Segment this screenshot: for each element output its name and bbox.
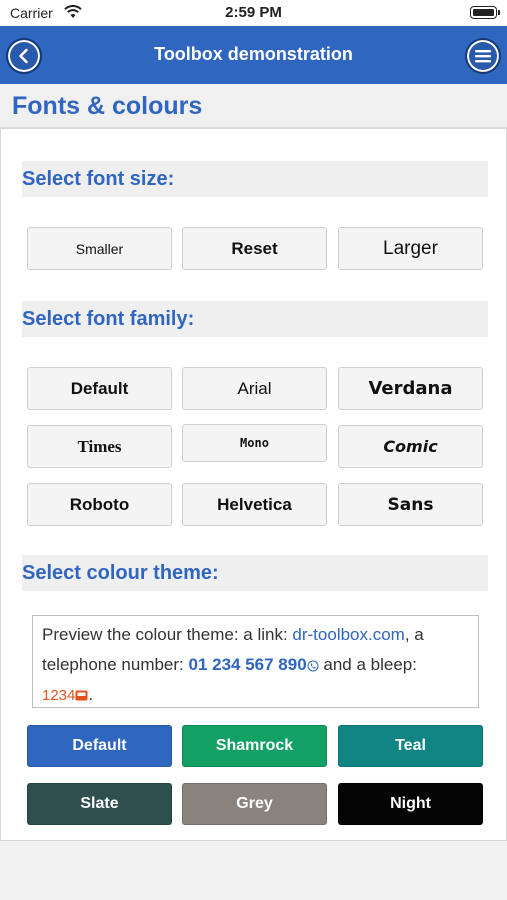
preview-bleep[interactable]: 1234 [42,687,75,704]
phone-icon [307,660,319,672]
font-family-title: Select font family: [22,301,488,337]
larger-button[interactable]: Larger [338,227,483,270]
theme-default-button[interactable]: Default [27,725,172,767]
font-comic-button[interactable]: Comic [338,425,483,468]
font-arial-button[interactable]: Arial [182,367,327,410]
font-size-title: Select font size: [22,161,488,197]
preview-phone[interactable]: 01 234 567 890 [189,655,307,674]
theme-slate-button[interactable]: Slate [27,783,172,825]
preview-link[interactable]: dr-toolbox.com [292,625,404,644]
preview-text: Preview the colour theme: a link: [42,625,293,644]
status-bar: Carrier 2:59 PM [0,0,507,26]
theme-preview: Preview the colour theme: a link: dr-too… [32,615,479,708]
nav-title: Toolbox demonstration [154,44,353,64]
font-roboto-button[interactable]: Roboto [27,483,172,526]
status-time: 2:59 PM [225,4,282,21]
preview-text: and a bleep: [318,655,417,674]
font-times-button[interactable]: Times [27,425,172,468]
theme-night-button[interactable]: Night [338,783,483,825]
nav-bar: Toolbox demonstration [0,26,507,84]
theme-teal-button[interactable]: Teal [338,725,483,767]
font-default-button[interactable]: Default [27,367,172,410]
preview-text: . [88,685,94,704]
font-verdana-button[interactable]: Verdana [338,367,483,410]
reset-button[interactable]: Reset [182,227,327,270]
hamburger-menu-icon [475,50,491,63]
smaller-button[interactable]: Smaller [27,227,172,270]
font-sans-button[interactable]: Sans [338,483,483,526]
colour-theme-title: Select colour theme: [22,555,488,591]
theme-shamrock-button[interactable]: Shamrock [182,725,327,767]
battery-icon [470,6,500,19]
font-mono-button[interactable]: Mono [182,424,327,462]
font-helvetica-button[interactable]: Helvetica [182,483,327,526]
menu-button[interactable] [465,38,501,74]
content-panel: Select font size: Smaller Reset Larger S… [0,128,507,841]
page-title: Fonts & colours [0,84,507,128]
theme-grey-button[interactable]: Grey [182,783,327,825]
pager-icon [75,690,88,701]
